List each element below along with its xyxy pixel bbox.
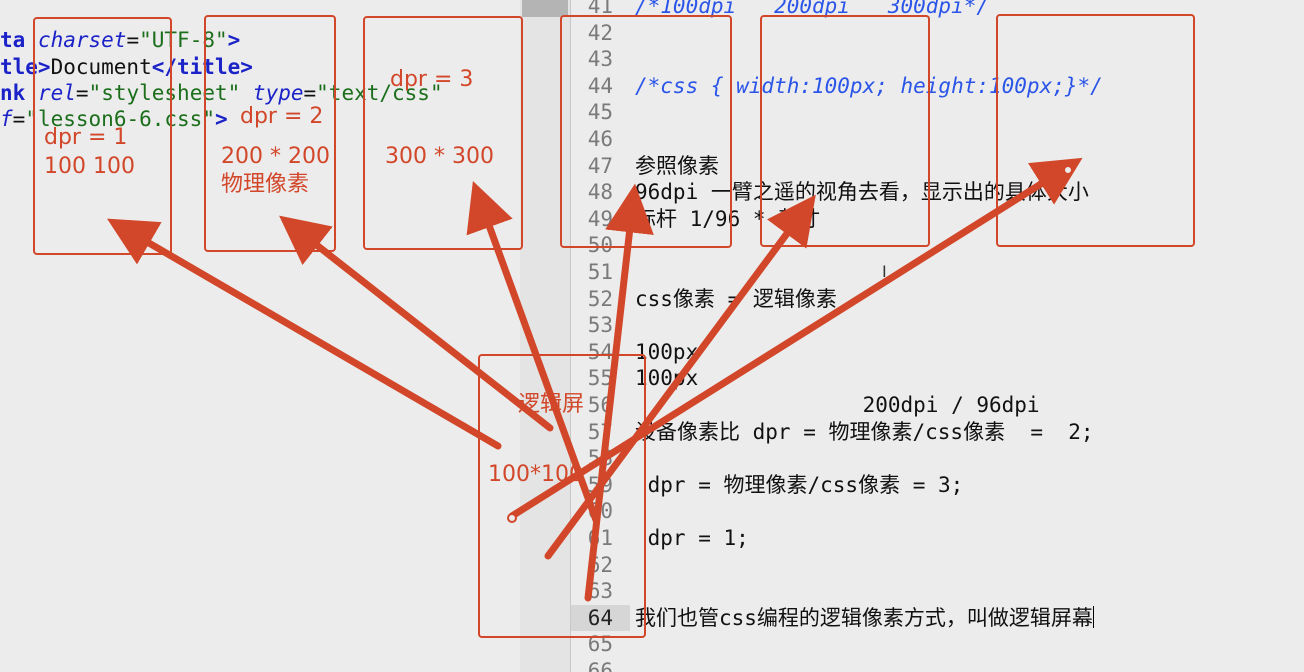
annotation-dpr2-note: 物理像素 [221,172,310,197]
annotation-dpr1-label: dpr = 1 [44,125,128,150]
editor-line[interactable]: 我们也管css编程的逻辑像素方式，叫做逻辑屏幕 [635,605,1094,631]
caret [1092,606,1094,628]
annotation-dpr2-size: 200 * 200 [221,144,330,169]
editor-line[interactable]: 设备像素比 dpr = 物理像素/css像素 = 2; [635,419,1094,445]
annotation-box-dpr2 [204,15,336,252]
text-cursor-ibeam-icon: I [882,262,887,281]
editor-line-text: dpr = 物理像素/css像素 = 3; [635,473,964,497]
editor-line-text: 设备像素比 dpr = 物理像素/css像素 = 2; [635,420,1094,444]
editor-line-text: css像素 = 逻辑像素 [635,287,837,311]
annotation-dpr3-label: dpr = 3 [390,67,474,92]
screen-recording-frame: ta charset="UTF-8"> tle>Document</title> n… [0,0,1304,672]
annotation-logical-screen-title: 逻辑屏 [518,392,585,417]
code-token: nk [0,81,26,105]
line-number: 66 [587,659,613,672]
code-token: f [0,107,13,131]
annotation-dpr2-label: dpr = 2 [240,104,324,129]
annotation-box-right-2 [760,15,930,247]
editor-line-text: dpr = 1; [635,526,749,550]
editor-line[interactable]: dpr = 1; [635,525,749,551]
annotation-box-dpr3 [363,16,523,250]
editor-line[interactable]: dpr = 物理像素/css像素 = 3; [635,472,964,498]
line-number: 52 [587,287,613,311]
scrollbar-thumb[interactable] [522,0,568,17]
annotation-box-right-3 [996,14,1195,247]
editor-line-text: 我们也管css编程的逻辑像素方式，叫做逻辑屏幕 [635,606,1093,630]
editor-line-text: 200dpi / 96dpi [635,393,1040,417]
annotation-dpr3-size: 300 * 300 [385,144,494,169]
editor-line[interactable]: css像素 = 逻辑像素 [635,286,837,312]
annotation-dpr1-size: 100 100 [44,154,135,179]
editor-line[interactable]: 200dpi / 96dpi [635,392,1040,418]
line-number: 51 [587,260,613,284]
annotation-logical-screen-size: 100*100 [488,462,583,487]
annotation-box-right-1 [560,15,732,248]
code-token: = [12,107,26,131]
line-number: 53 [587,313,613,337]
code-token: ta [0,28,26,52]
